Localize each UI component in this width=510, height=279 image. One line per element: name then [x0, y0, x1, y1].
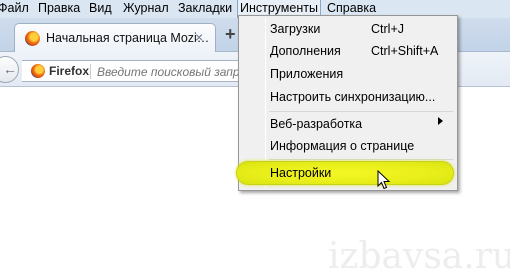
menu-bookmarks[interactable]: Закладки [178, 0, 232, 18]
new-tab-icon[interactable]: + [225, 24, 236, 45]
menu-view[interactable]: Вид [89, 0, 112, 18]
menu-history[interactable]: Журнал [123, 0, 169, 18]
downloads-shortcut: Ctrl+J [371, 22, 404, 36]
url-separator [90, 64, 91, 79]
menu-item-addons[interactable]: Дополнения [270, 44, 341, 58]
menu-item-apps[interactable]: Приложения [270, 67, 343, 81]
url-bar[interactable]: Firefox [22, 60, 257, 82]
submenu-arrow-icon [438, 117, 443, 125]
addons-shortcut: Ctrl+Shift+A [371, 44, 439, 58]
tab-title: Начальная страница Mozi… [46, 31, 210, 45]
menu-item-sync-setup[interactable]: Настроить синхронизацию... [270, 90, 435, 104]
menu-file[interactable]: Файл [0, 0, 29, 18]
menu-separator [269, 111, 453, 112]
identity-label[interactable]: Firefox [49, 64, 89, 78]
menu-item-page-info[interactable]: Информация о странице [270, 139, 414, 153]
menu-edit[interactable]: Правка [38, 0, 80, 18]
address-input[interactable] [97, 63, 257, 80]
menu-item-downloads[interactable]: Загрузки [270, 22, 320, 36]
tab-start-page[interactable]: Начальная страница Mozi… × [14, 23, 216, 53]
back-arrow-icon: ← [3, 61, 17, 77]
firefox-identity-icon [31, 64, 45, 78]
close-tab-icon[interactable]: × [195, 29, 203, 45]
firefox-favicon-icon [25, 31, 40, 46]
settings-label: Настройки [270, 166, 332, 180]
menu-item-settings[interactable]: Настройки [236, 161, 454, 185]
menu-separator [269, 159, 453, 160]
watermark-text: izbavsa.ru [328, 236, 510, 277]
mouse-cursor-icon [377, 170, 391, 190]
menu-item-web-developer[interactable]: Веб-разработка [270, 117, 362, 131]
